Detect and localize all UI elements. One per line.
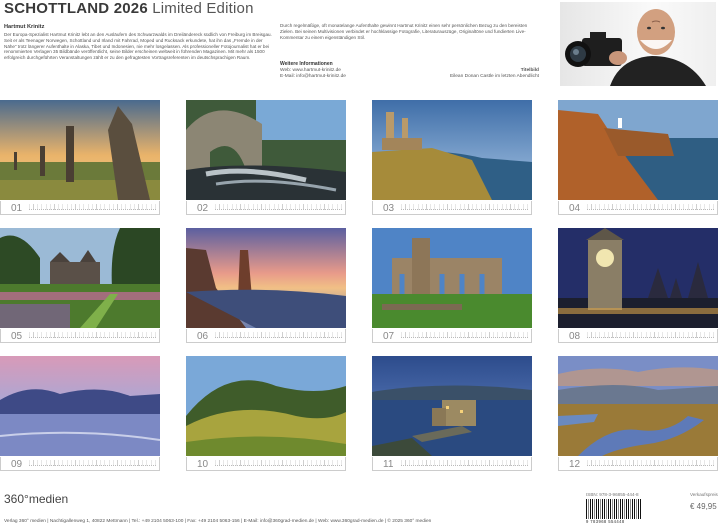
day-ticks — [215, 460, 342, 466]
barcode-digits: 9 783968 554448 — [586, 519, 625, 524]
photographer-portrait — [560, 2, 716, 86]
title-edition: Limited Edition — [152, 0, 254, 17]
month-03: 03 — [372, 100, 532, 216]
month-photo-moor-stream — [558, 356, 718, 456]
month-calendar-strip: 07 — [372, 329, 532, 343]
month-calendar-strip: 10 — [186, 457, 346, 471]
month-08: 08 — [558, 228, 718, 344]
publisher-address: Verlag 360° medien | Nachtigallenweg 1, … — [4, 519, 432, 524]
month-calendar-strip: 11 — [372, 457, 532, 471]
day-ticks — [29, 460, 156, 466]
publisher-logo: 360°medien — [4, 492, 69, 506]
month-photo-clock-tower-night — [558, 228, 718, 328]
month-number: 05 — [11, 331, 23, 342]
email-link[interactable]: E-Mail: info@hartmut-krinitz.de — [280, 74, 346, 80]
month-05: 05 — [0, 228, 160, 344]
day-ticks — [401, 460, 528, 466]
more-info-heading: Weitere Informationen — [280, 61, 333, 67]
day-ticks — [587, 460, 714, 466]
month-number: 02 — [197, 203, 209, 214]
month-photo-eilean-donan — [372, 356, 532, 456]
month-number: 08 — [569, 331, 581, 342]
bio-text: Der Europa-Spezialist Hartmut Krinitz le… — [4, 32, 272, 61]
month-02: 02 — [186, 100, 346, 216]
month-photo-abbey-ruin — [372, 228, 532, 328]
month-04: 04 — [558, 100, 718, 216]
month-number: 11 — [383, 459, 394, 470]
day-ticks — [401, 332, 528, 338]
month-calendar-strip: 05 — [0, 329, 160, 343]
month-photo-standing-stones — [0, 100, 160, 200]
month-photo-sea-stack-sunset — [186, 228, 346, 328]
month-calendar-strip: 08 — [558, 329, 718, 343]
contact-info: Web: www.hartmut-krinitz.de E-Mail: info… — [280, 68, 346, 80]
month-photo-cliffs-lighthouse — [558, 100, 718, 200]
month-calendar-strip: 12 — [558, 457, 718, 471]
month-number: 01 — [11, 203, 23, 214]
barcode — [586, 499, 642, 519]
cover-caption-text: Eilean Donan Castle im letzten Abendlich… — [449, 74, 539, 79]
isbn: ISBN: 978-3-96855-444-8 — [586, 492, 639, 497]
month-number: 06 — [197, 331, 209, 342]
cover-caption-label: Titelbild — [520, 68, 539, 73]
month-photo-stone-bridge — [186, 100, 346, 200]
day-ticks — [29, 332, 156, 338]
cover-caption: Titelbild Eilean Donan Castle im letzten… — [450, 68, 539, 80]
month-11: 11 — [372, 356, 532, 472]
day-ticks — [29, 204, 156, 210]
price: € 49,95 — [690, 502, 717, 511]
calendar-title: SCHOTTLAND 2026 Limited Edition — [4, 0, 254, 17]
month-number: 03 — [383, 203, 395, 214]
month-photo-pink-loch — [0, 356, 160, 456]
month-photo-castle-ruin-coast — [372, 100, 532, 200]
month-01: 01 — [0, 100, 160, 216]
month-number: 10 — [197, 459, 209, 470]
day-ticks — [587, 332, 714, 338]
month-calendar-strip: 09 — [0, 457, 160, 471]
month-calendar-strip: 01 — [0, 201, 160, 215]
month-calendar-strip: 02 — [186, 201, 346, 215]
day-ticks — [215, 204, 342, 210]
month-number: 12 — [569, 459, 581, 470]
month-number: 04 — [569, 203, 581, 214]
month-calendar-strip: 03 — [372, 201, 532, 215]
title-main: SCHOTTLAND 2026 — [4, 0, 148, 17]
month-07: 07 — [372, 228, 532, 344]
price-label: Verkaufspreis — [690, 492, 718, 497]
month-number: 09 — [11, 459, 23, 470]
day-ticks — [215, 332, 342, 338]
month-calendar-strip: 04 — [558, 201, 718, 215]
month-number: 07 — [383, 331, 395, 342]
month-09: 09 — [0, 356, 160, 472]
month-calendar-strip: 06 — [186, 329, 346, 343]
day-ticks — [587, 204, 714, 210]
month-10: 10 — [186, 356, 346, 472]
month-12: 12 — [558, 356, 718, 472]
bio-text-continued: Durch regelmäßige, oft monatelange Aufen… — [280, 23, 528, 40]
bio-heading: Hartmut Krinitz — [4, 24, 45, 30]
month-06: 06 — [186, 228, 346, 344]
month-photo-green-hills — [186, 356, 346, 456]
month-photo-garden-castle — [0, 228, 160, 328]
day-ticks — [401, 204, 528, 210]
